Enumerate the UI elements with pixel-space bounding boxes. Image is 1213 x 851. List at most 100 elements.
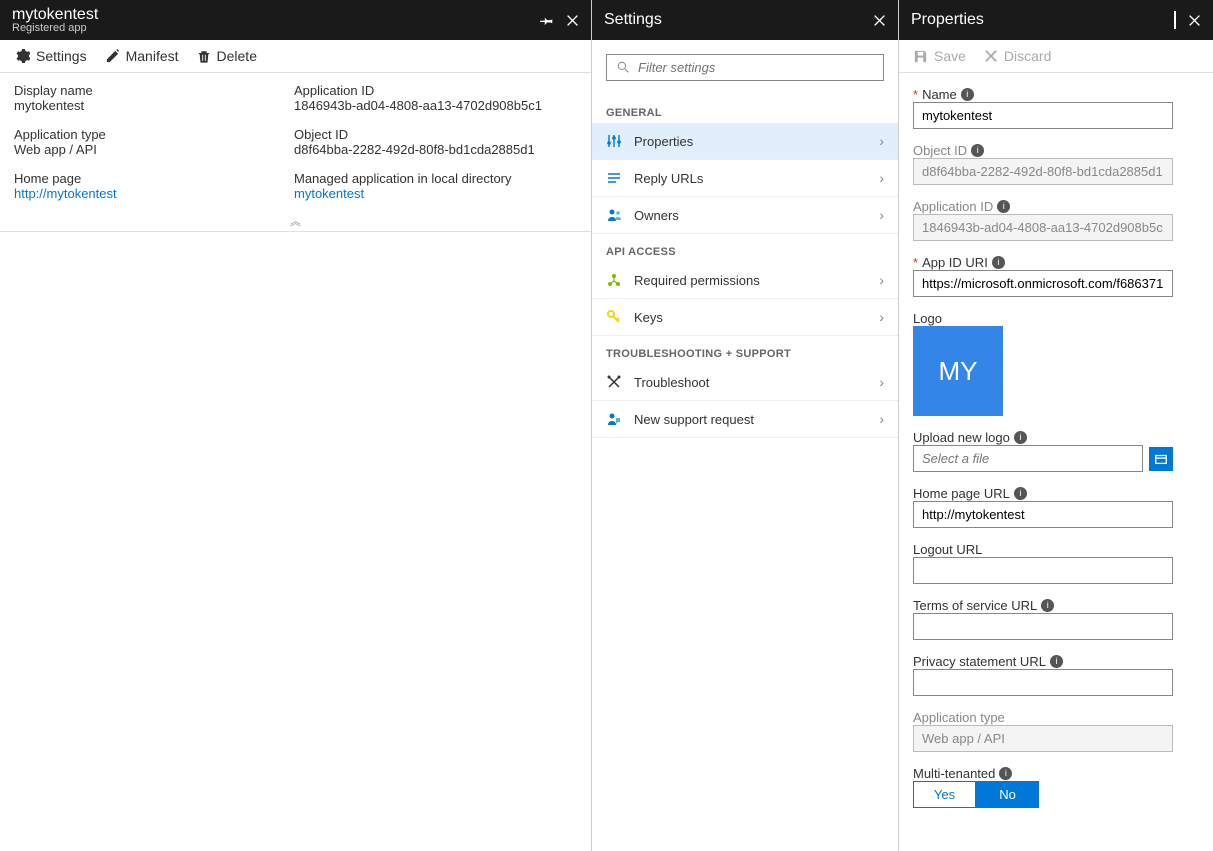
blade-header-app: mytokentest Registered app [0,0,591,40]
privacy-url-input[interactable] [913,669,1173,696]
display-name-value: mytokentest [14,98,294,113]
delete-button[interactable]: Delete [197,48,257,64]
info-icon[interactable]: i [1014,431,1027,444]
nav-troubleshoot[interactable]: Troubleshoot › [592,364,898,401]
nav-owners-label: Owners [634,208,679,223]
settings-button[interactable]: Settings [14,48,87,64]
app-type-value: Web app / API [14,142,294,157]
app-logo: MY [913,326,1003,416]
nav-troubleshoot-label: Troubleshoot [634,375,709,390]
nav-required-permissions[interactable]: Required permissions › [592,262,898,299]
close-icon[interactable] [1188,14,1201,27]
filter-input[interactable] [638,60,873,75]
homepage-label: Home page [14,171,294,186]
app-type-label: Application type [14,127,294,142]
chevron-right-icon: › [879,374,884,390]
object-id-input [913,158,1173,185]
list-icon [606,170,622,186]
chevron-right-icon: › [879,272,884,288]
save-button[interactable]: Save [913,48,966,64]
save-icon [913,49,928,64]
logout-url-label: Logout URL [913,542,1199,557]
info-icon[interactable]: i [971,144,984,157]
owners-icon [606,207,622,223]
managed-app-label: Managed application in local directory [294,171,574,186]
nav-keys[interactable]: Keys › [592,299,898,336]
nav-properties[interactable]: Properties › [592,123,898,160]
nav-reply-urls[interactable]: Reply URLs › [592,160,898,197]
display-name-label: Display name [14,83,294,98]
info-icon[interactable]: i [997,200,1010,213]
logo-label: Logo [913,311,1199,326]
object-id-value: d8f64bba-2282-492d-80f8-bd1cda2885d1 [294,142,574,157]
app-type-label2: Application type [913,710,1199,725]
info-icon[interactable]: i [999,767,1012,780]
name-label: *Namei [913,87,1199,102]
chevron-right-icon: › [879,133,884,149]
info-icon[interactable]: i [1041,599,1054,612]
multi-tenant-label: Multi-tenantedi [913,766,1199,781]
info-icon[interactable]: i [1014,487,1027,500]
homepage-url-input[interactable] [913,501,1173,528]
name-input[interactable] [913,102,1173,129]
logout-url-input[interactable] [913,557,1173,584]
homepage-link[interactable]: http://mytokentest [14,186,294,201]
tos-url-input[interactable] [913,613,1173,640]
properties-toolbar: Save Discard [899,40,1213,73]
close-icon[interactable] [566,14,579,27]
managed-app-link[interactable]: mytokentest [294,186,574,201]
discard-icon [984,49,998,63]
app-subtitle: Registered app [12,22,98,34]
privacy-url-label: Privacy statement URLi [913,654,1199,669]
section-api: API ACCESS [592,234,898,262]
nav-new-support[interactable]: New support request › [592,401,898,438]
multi-no[interactable]: No [976,781,1039,808]
browse-file-button[interactable] [1149,447,1173,471]
app-id-input [913,214,1173,241]
pin-icon[interactable] [540,13,554,27]
pencil-icon [105,49,120,64]
chevron-right-icon: › [879,170,884,186]
section-general: GENERAL [592,95,898,123]
multi-tenant-toggle[interactable]: Yes No [913,781,1039,808]
chevron-right-icon: › [879,207,884,223]
collapse-chevron[interactable]: ︽ [0,211,591,232]
search-icon [617,61,630,74]
sliders-icon [606,133,622,149]
app-toolbar: Settings Manifest Delete [0,40,591,73]
app-id-uri-label: *App ID URIi [913,255,1199,270]
manifest-button[interactable]: Manifest [105,48,179,64]
blade-header-properties: Properties [899,0,1213,40]
info-icon[interactable]: i [961,88,974,101]
app-id-label: Application ID [294,83,574,98]
key-icon [606,309,622,325]
app-id-uri-input[interactable] [913,270,1173,297]
upload-file-input[interactable] [913,445,1143,472]
permissions-icon [606,272,622,288]
maximize-icon[interactable] [1174,12,1176,28]
app-type-input [913,725,1173,752]
info-icon[interactable]: i [1050,655,1063,668]
properties-title: Properties [911,11,984,29]
nav-owners[interactable]: Owners › [592,197,898,234]
nav-reply-urls-label: Reply URLs [634,171,703,186]
support-icon [606,411,622,427]
upload-logo-label: Upload new logoi [913,430,1199,445]
nav-support-label: New support request [634,412,754,427]
settings-label: Settings [36,48,87,64]
object-id-label: Object ID [294,127,574,142]
homepage-url-label: Home page URLi [913,486,1199,501]
nav-keys-label: Keys [634,310,663,325]
save-label: Save [934,48,966,64]
section-troubleshoot: TROUBLESHOOTING + SUPPORT [592,336,898,364]
tos-url-label: Terms of service URLi [913,598,1199,613]
discard-button[interactable]: Discard [984,48,1051,64]
app-id-value: 1846943b-ad04-4808-aa13-4702d908b5c1 [294,98,574,113]
filter-settings-input[interactable] [606,54,884,81]
multi-yes[interactable]: Yes [913,781,976,808]
blade-header-settings: Settings [592,0,898,40]
nav-permissions-label: Required permissions [634,273,760,288]
close-icon[interactable] [873,14,886,27]
nav-properties-label: Properties [634,134,693,149]
info-icon[interactable]: i [992,256,1005,269]
